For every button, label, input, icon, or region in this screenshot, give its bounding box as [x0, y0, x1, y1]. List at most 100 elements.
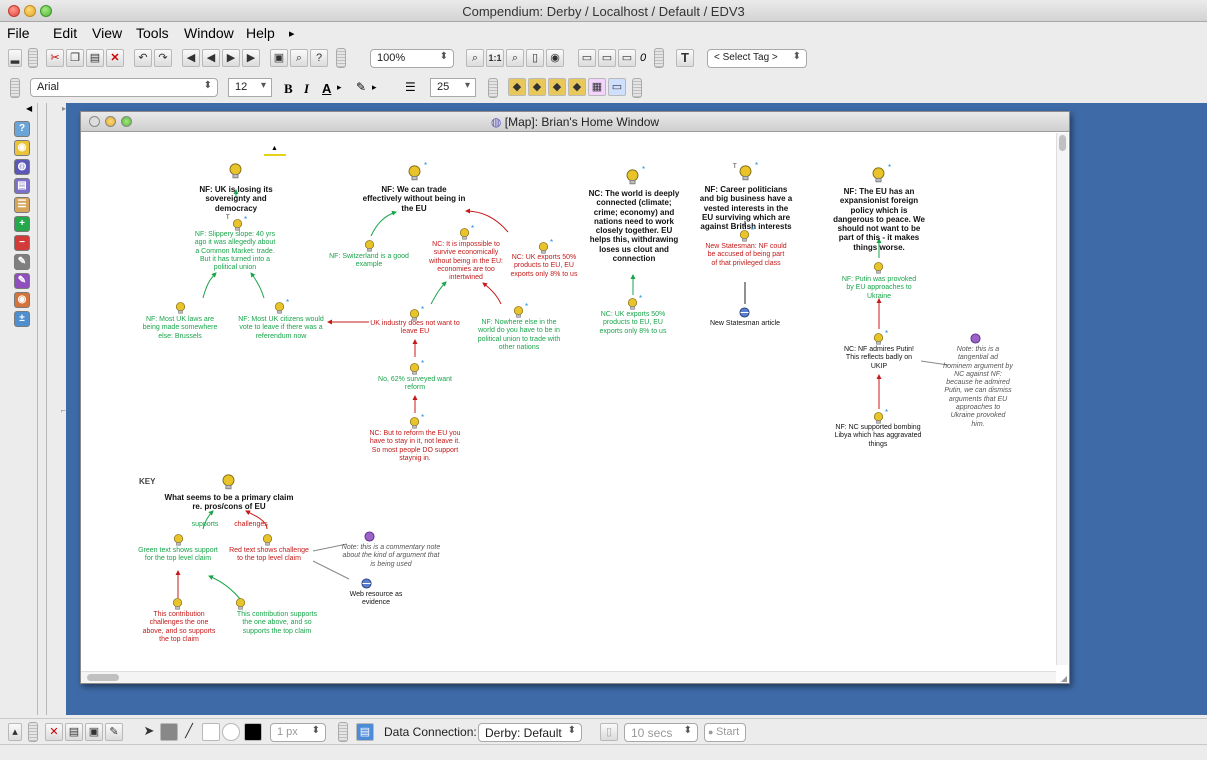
idea-bulb-icon[interactable] [363, 239, 376, 253]
map-canvas[interactable]: ▲ NF: UK is losing its sovereignty and d… [81, 133, 1056, 665]
vertical-scroll-thumb[interactable] [1059, 135, 1066, 151]
idea-bulb-icon[interactable] [458, 227, 471, 241]
presentation-prev-icon[interactable]: ▭ [598, 49, 616, 67]
rectangle-tool-icon[interactable] [202, 723, 220, 741]
menu-help[interactable]: Help [246, 25, 275, 41]
idea-bulb-icon[interactable] [408, 416, 421, 430]
toolbar-grip[interactable] [632, 78, 642, 98]
con-node-icon[interactable]: − [14, 235, 30, 251]
toolbar-grip[interactable] [338, 722, 348, 742]
node-uk-exports-red[interactable]: NC: UK exports 50% products to EU, EU ex… [507, 254, 581, 279]
menu-edit[interactable]: Edit [53, 25, 77, 41]
resize-grip-icon[interactable]: ◢ [1061, 674, 1067, 683]
text-tool-icon[interactable]: T [676, 49, 694, 67]
oval-tool-icon[interactable] [222, 723, 240, 741]
claim-trade-without-eu[interactable]: NF: We can trade effectively without bei… [361, 185, 467, 213]
idea-bulb-icon[interactable] [171, 597, 184, 611]
line-spacing-icon[interactable]: ☰ [405, 80, 416, 94]
idea-bulb-icon[interactable] [537, 241, 550, 255]
forward-icon[interactable]: ▶ [242, 49, 260, 67]
idea-bulb-icon[interactable] [737, 164, 754, 182]
idea-bulb-icon[interactable] [408, 362, 421, 376]
highlight-pen-icon[interactable]: ✎ [356, 80, 366, 94]
font-size-select[interactable]: 12 ▾ [228, 78, 272, 97]
presentation-next-icon[interactable]: ▭ [618, 49, 636, 67]
menu-file[interactable]: File [7, 25, 30, 41]
font-family-select[interactable]: Arial ⬍ [30, 78, 218, 97]
highlight-dropdown-icon[interactable]: ▸ [372, 82, 377, 93]
node-style-6-icon[interactable]: ▭ [608, 78, 626, 96]
scribble-layer-icon[interactable]: ▤ [65, 723, 83, 741]
line-thickness-select[interactable]: 1 px ⬍ [270, 723, 326, 742]
toolbar-grip[interactable] [654, 48, 664, 68]
scribble-save-icon[interactable]: ▣ [85, 723, 103, 741]
node-style-5-icon[interactable]: ▦ [588, 78, 606, 96]
toolbar-grip[interactable] [488, 78, 498, 98]
list-node-icon[interactable]: ▤ [14, 178, 30, 194]
key-red-text[interactable]: Red text shows challenge to the top leve… [227, 547, 311, 564]
idea-bulb-icon[interactable] [872, 261, 885, 275]
idea-bulb-icon[interactable] [273, 301, 286, 315]
toolbar-toggle-button[interactable]: ▂ [8, 49, 22, 67]
fit-page-icon[interactable]: ▯ [526, 49, 544, 67]
zoom-out-icon[interactable]: ⌕ [506, 49, 524, 67]
paste-icon[interactable]: ▤ [86, 49, 104, 67]
copy-icon[interactable]: ❐ [66, 49, 84, 67]
pro-con-node-icon[interactable]: ☰ [14, 197, 30, 213]
idea-bulb-icon[interactable] [738, 229, 751, 243]
idea-bulb-icon[interactable] [220, 473, 237, 491]
node-nf-admires-putin[interactable]: NC: NF admires Putin! This reflects badl… [839, 346, 919, 371]
key-note[interactable]: Note: this is a commentary note about th… [341, 544, 441, 569]
node-62-percent[interactable]: No, 62% surveyed want reform [371, 376, 459, 393]
node-impossible-survive[interactable]: NC: It is impossible to survive economic… [424, 241, 508, 282]
focus-node-icon[interactable]: ◉ [546, 49, 564, 67]
idea-node-icon[interactable]: ◉ [14, 140, 30, 156]
node-new-statesman[interactable]: New Statesman: NF could be accused of be… [705, 243, 787, 268]
data-connection-select[interactable]: Derby: Default ⬍ [478, 723, 582, 742]
decision-node-icon[interactable]: ◉ [14, 292, 30, 308]
node-putin-provoked[interactable]: NF: Putin was provoked by EU approaches … [839, 276, 919, 301]
text-color-button[interactable]: A [322, 81, 331, 96]
history-forward-icon[interactable]: ▶ [222, 49, 240, 67]
node-reform-stay[interactable]: NC: But to reform the EU you have to sta… [369, 430, 461, 463]
question-node-icon[interactable]: ? [14, 121, 30, 137]
zoom-select[interactable]: 100% ⬍ [370, 49, 454, 68]
note-icon[interactable] [364, 531, 375, 542]
image-icon[interactable]: ▣ [270, 49, 288, 67]
fill-square-icon[interactable] [160, 723, 178, 741]
vertical-scrollbar[interactable] [1056, 133, 1068, 665]
pro-node-icon[interactable]: + [14, 216, 30, 232]
node-style-2-icon[interactable]: ◆ [528, 78, 546, 96]
node-style-4-icon[interactable]: ◆ [568, 78, 586, 96]
note-icon[interactable] [970, 333, 981, 344]
idea-bulb-icon[interactable] [626, 297, 639, 311]
back-icon[interactable]: ◀ [182, 49, 200, 67]
cut-icon[interactable]: ✂ [46, 49, 64, 67]
node-nc-libya[interactable]: NF: NC supported bombing Libya which has… [831, 424, 925, 449]
node-nowhere-else[interactable]: NF: Nowhere else in the world do you hav… [477, 319, 561, 352]
claim-world-connected[interactable]: NC: The world is deeply connected (clima… [585, 189, 683, 263]
idea-bulb-icon[interactable] [872, 332, 885, 346]
bold-button[interactable]: B [284, 81, 293, 97]
pointer-icon[interactable]: ➤ [140, 723, 158, 741]
history-back-icon[interactable]: ◀ [202, 49, 220, 67]
select-tag-dropdown[interactable]: < Select Tag > ⬍ [707, 49, 807, 68]
argument-node-icon[interactable]: ± [14, 311, 30, 327]
horizontal-scrollbar[interactable] [81, 671, 1056, 683]
scribble-delete-icon[interactable]: ✕ [45, 723, 63, 741]
idea-bulb-icon[interactable] [234, 597, 247, 611]
key-support-contribution[interactable]: This contribution supports the one above… [236, 611, 318, 636]
idea-bulb-icon[interactable] [512, 305, 525, 319]
map-node-icon[interactable]: ◍ [14, 159, 30, 175]
node-uk-exports-green[interactable]: NC: UK exports 50% products to EU, EU ex… [595, 311, 671, 336]
note-ad-hominem[interactable]: Note: this is a tangential ad hominem ar… [943, 346, 1013, 429]
idea-bulb-icon[interactable] [624, 168, 641, 186]
refresh-interval-select[interactable]: 10 secs ⬍ [624, 723, 698, 742]
delete-icon[interactable]: ✕ [106, 49, 124, 67]
presentation-icon[interactable]: ▭ [578, 49, 596, 67]
idea-bulb-icon[interactable] [231, 218, 244, 232]
search-document-icon[interactable]: ⌕ [290, 49, 308, 67]
web-reference-icon[interactable] [361, 578, 372, 589]
node-style-3-icon[interactable]: ◆ [548, 78, 566, 96]
line-width-select[interactable]: 25 ▾ [430, 78, 476, 97]
